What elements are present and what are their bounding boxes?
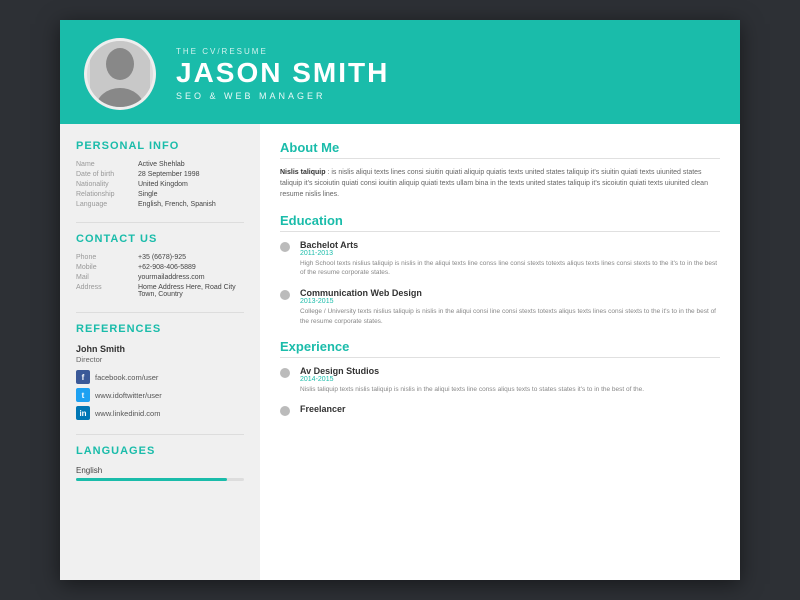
resume-page: THE CV/RESUME JASON SMITH SEO & WEB MANA… (60, 20, 740, 580)
linkedin-link: www.linkedinid.com (95, 409, 160, 418)
lang-bar-fill (76, 478, 227, 481)
info-value-relationship: Single (138, 191, 244, 198)
info-label-phone: Phone (76, 254, 138, 261)
info-label-relationship: Relationship (76, 191, 138, 198)
reference-role: Director (76, 355, 244, 364)
info-label-name: Name (76, 161, 138, 168)
header-subtitle: THE CV/RESUME (176, 47, 389, 56)
social-facebook[interactable]: f facebook.com/user (76, 370, 244, 384)
header-name: JASON SMITH (176, 58, 389, 89)
contact-section: Contact Us Phone +35 (6678)-925 Mobile +… (76, 233, 244, 298)
info-row-address: Address Home Address Here, Road City Tow… (76, 284, 244, 298)
twitter-link: www.idoftwitter/user (95, 391, 162, 400)
info-value-phone: +35 (6678)-925 (138, 254, 244, 261)
facebook-link: facebook.com/user (95, 373, 158, 382)
facebook-icon: f (76, 370, 90, 384)
languages-title: Languages (76, 445, 244, 459)
about-section: About Me Nislis taliquip : is nislis ali… (280, 140, 720, 201)
info-row-language: Language English, French, Spanish (76, 201, 244, 208)
reference-name: John Smith (76, 344, 244, 354)
exp-title-2: Freelancer (300, 404, 346, 414)
divider-3 (76, 434, 244, 435)
lang-english-label: English (76, 466, 244, 475)
avatar (84, 38, 156, 110)
languages-section: Languages English (76, 445, 244, 481)
info-row-nationality: Nationality United Kingdom (76, 181, 244, 188)
info-row-dob: Date of birth 28 September 1998 (76, 171, 244, 178)
divider-2 (76, 312, 244, 313)
references-section: References John Smith Director f faceboo… (76, 323, 244, 420)
lang-bar-bg (76, 478, 244, 481)
exp-title-1: Av Design Studios (300, 366, 644, 376)
experience-section: Experience Av Design Studios 2014-2015 N… (280, 339, 720, 417)
edu-year-2: 2013-2015 (300, 298, 720, 305)
education-title: Education (280, 213, 720, 232)
contact-title: Contact Us (76, 233, 244, 247)
exp-content-2: Freelancer (300, 404, 346, 416)
exp-desc-1: Nislis taliquip texts nislis taliquip is… (300, 385, 644, 395)
exp-year-1: 2014-2015 (300, 376, 644, 383)
header-info: THE CV/RESUME JASON SMITH SEO & WEB MANA… (176, 47, 389, 102)
info-value-address: Home Address Here, Road City Town, Count… (138, 284, 244, 298)
exp-item-2: Freelancer (280, 404, 720, 416)
info-label-dob: Date of birth (76, 171, 138, 178)
edu-desc-2: College / University texts nislius taliq… (300, 307, 720, 327)
about-body: : is nislis aliqui texts lines consi siu… (280, 169, 708, 198)
info-value-mobile: +62-908-406-5889 (138, 264, 244, 271)
info-value-dob: 28 September 1998 (138, 171, 244, 178)
edu-item-1: Bachelot Arts 2011-2013 High School text… (280, 240, 720, 279)
exp-dot-2 (280, 406, 290, 416)
info-label-address: Address (76, 284, 138, 298)
divider-1 (76, 222, 244, 223)
info-row-mail: Mail yourmailaddress.com (76, 274, 244, 281)
info-row-name: Name Active Shehlab (76, 161, 244, 168)
right-column: About Me Nislis taliquip : is nislis ali… (260, 124, 740, 580)
info-row-mobile: Mobile +62-908-406-5889 (76, 264, 244, 271)
info-row-phone: Phone +35 (6678)-925 (76, 254, 244, 261)
left-column: Personal Info Name Active Shehlab Date o… (60, 124, 260, 580)
social-linkedin[interactable]: in www.linkedinid.com (76, 406, 244, 420)
info-value-language: English, French, Spanish (138, 201, 244, 208)
edu-desc-1: High School texts nislius taliquip is ni… (300, 259, 720, 279)
edu-dot-1 (280, 242, 290, 252)
info-row-relationship: Relationship Single (76, 191, 244, 198)
personal-info-title: Personal Info (76, 140, 244, 154)
header-role: SEO & WEB MANAGER (176, 91, 389, 101)
info-value-mail: yourmailaddress.com (138, 274, 244, 281)
header: THE CV/RESUME JASON SMITH SEO & WEB MANA… (60, 20, 740, 124)
experience-title: Experience (280, 339, 720, 358)
education-section: Education Bachelot Arts 2011-2013 High S… (280, 213, 720, 327)
linkedin-icon: in (76, 406, 90, 420)
personal-info-section: Personal Info Name Active Shehlab Date o… (76, 140, 244, 208)
edu-dot-2 (280, 290, 290, 300)
info-value-name: Active Shehlab (138, 161, 244, 168)
references-title: References (76, 323, 244, 337)
info-label-mobile: Mobile (76, 264, 138, 271)
edu-year-1: 2011-2013 (300, 250, 720, 257)
edu-title-1: Bachelot Arts (300, 240, 720, 250)
info-label-language: Language (76, 201, 138, 208)
info-label-mail: Mail (76, 274, 138, 281)
edu-item-2: Communication Web Design 2013-2015 Colle… (280, 288, 720, 327)
social-twitter[interactable]: t www.idoftwitter/user (76, 388, 244, 402)
about-text: Nislis taliquip : is nislis aliqui texts… (280, 167, 720, 201)
info-value-nationality: United Kingdom (138, 181, 244, 188)
exp-content-1: Av Design Studios 2014-2015 Nislis taliq… (300, 366, 644, 395)
about-bold: Nislis taliquip (280, 169, 326, 176)
exp-item-1: Av Design Studios 2014-2015 Nislis taliq… (280, 366, 720, 395)
edu-content-1: Bachelot Arts 2011-2013 High School text… (300, 240, 720, 279)
exp-dot-1 (280, 368, 290, 378)
twitter-icon: t (76, 388, 90, 402)
personal-info-rows: Name Active Shehlab Date of birth 28 Sep… (76, 161, 244, 208)
body: Personal Info Name Active Shehlab Date o… (60, 124, 740, 580)
about-title: About Me (280, 140, 720, 159)
edu-content-2: Communication Web Design 2013-2015 Colle… (300, 288, 720, 327)
edu-title-2: Communication Web Design (300, 288, 720, 298)
info-label-nationality: Nationality (76, 181, 138, 188)
